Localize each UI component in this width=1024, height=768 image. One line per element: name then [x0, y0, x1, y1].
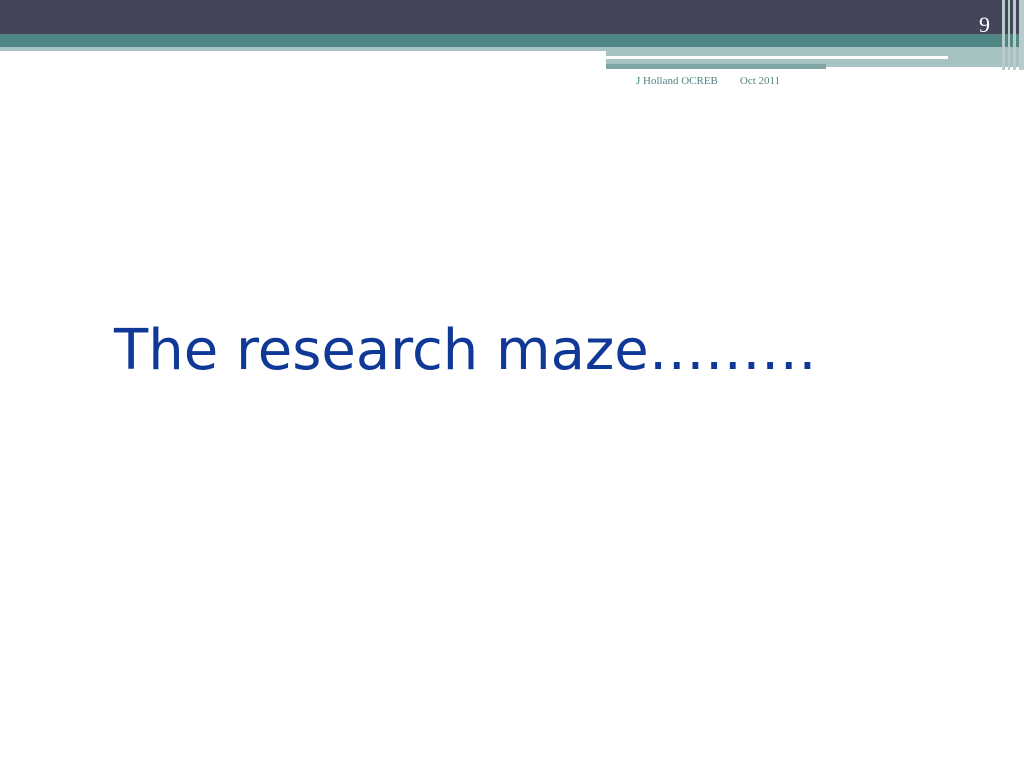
slide-footer-info: J Holland OCREB Oct 2011: [636, 75, 802, 87]
header-white-line: [606, 56, 948, 59]
header-vertical-stripes: [1002, 0, 1024, 70]
header-dark-band: [0, 0, 1024, 34]
slide: 9 J Holland OCREB Oct 2011 The research m…: [0, 0, 1024, 768]
header-teal-band: [0, 34, 1024, 47]
header-teal-short-band: [606, 64, 826, 69]
slide-number: 9: [979, 12, 990, 37]
header-light-band-left: [0, 47, 606, 51]
date-label: Oct 2011: [739, 75, 781, 87]
slide-title: The research maze………: [114, 318, 817, 383]
author-label: J Holland OCREB: [636, 75, 718, 87]
